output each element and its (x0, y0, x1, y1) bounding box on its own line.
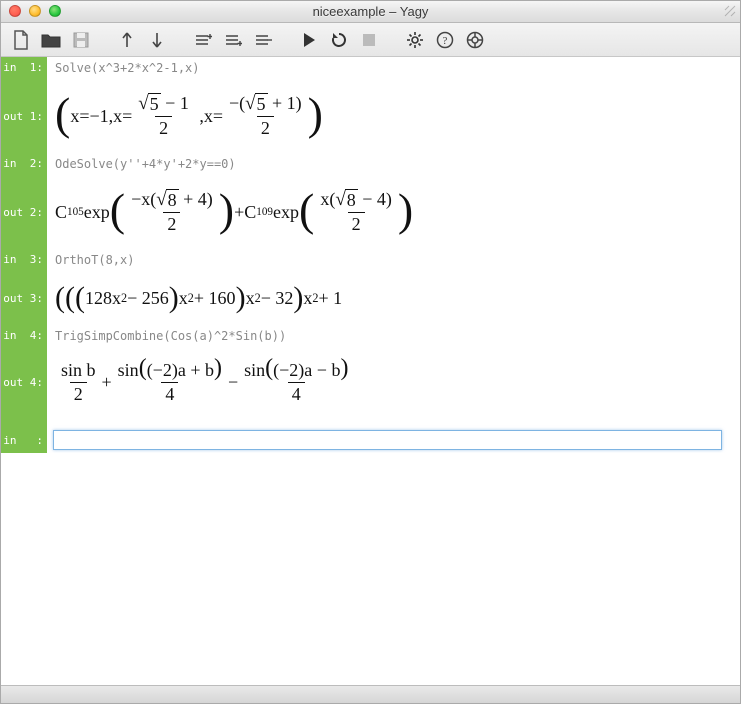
gutter-gap (1, 417, 47, 427)
cell-in-4[interactable]: in 4: TrigSimpCombine(Cos(a)^2*Sin(b)) (1, 325, 740, 347)
cell-label: out 3: (1, 271, 47, 325)
open-file-icon (41, 31, 61, 49)
status-bar (1, 685, 740, 703)
cell-label: out 1: (1, 79, 47, 153)
save-button[interactable] (67, 27, 95, 53)
code-input[interactable] (53, 430, 722, 450)
gap (1, 417, 740, 427)
insert-below-button[interactable] (219, 27, 247, 53)
svg-text:?: ? (443, 35, 448, 47)
gear-icon (406, 31, 424, 49)
reload-icon (330, 31, 348, 49)
cell-out-3: out 3: ((( 128x2 − 256 )x2 + 160 )x2 − 3… (1, 271, 740, 325)
open-file-button[interactable] (37, 27, 65, 53)
cell-code: OrthoT(8,x) (47, 249, 740, 271)
new-file-icon (12, 30, 30, 50)
support-button[interactable] (461, 27, 489, 53)
cell-out-4: out 4: sin b2 + sin((−2)a + b)4 − sin((−… (1, 347, 740, 417)
cell-label: in 3: (1, 249, 47, 271)
cell-label: in 2: (1, 153, 47, 175)
cell-label: out 4: (1, 347, 47, 417)
traffic-lights (9, 5, 61, 17)
insert-above-button[interactable] (189, 27, 217, 53)
expand-icon (724, 5, 736, 17)
cell-label: in 1: (1, 57, 47, 79)
cell-label: in 4: (1, 325, 47, 347)
help-icon: ? (436, 31, 454, 49)
cell-out-2: out 2: C105 exp ( −x(√8 + 4)2 ) + C109 e… (1, 175, 740, 249)
cell-in-1[interactable]: in 1: Solve(x^3+2*x^2-1,x) (1, 57, 740, 79)
zoom-window-button[interactable] (49, 5, 61, 17)
notebook-area: in 1: Solve(x^3+2*x^2-1,x) out 1: ( x = … (1, 57, 740, 685)
close-window-button[interactable] (9, 5, 21, 17)
new-file-button[interactable] (7, 27, 35, 53)
settings-button[interactable] (401, 27, 429, 53)
reload-button[interactable] (325, 27, 353, 53)
delete-cell-button[interactable] (249, 27, 277, 53)
run-button[interactable] (295, 27, 323, 53)
cell-label: in : (1, 427, 47, 453)
insert-above-icon (194, 32, 212, 48)
cell-output: C105 exp ( −x(√8 + 4)2 ) + C109 exp ( x(… (47, 175, 740, 249)
arrow-down-icon (151, 31, 163, 49)
lifering-icon (466, 31, 484, 49)
cell-output: ((( 128x2 − 256 )x2 + 160 )x2 − 32 )x2 +… (47, 271, 740, 325)
cell-code: OdeSolve(y''+4*y'+2*y==0) (47, 153, 740, 175)
toolbar: ? (1, 23, 740, 57)
cell-code: TrigSimpCombine(Cos(a)^2*Sin(b)) (47, 325, 740, 347)
cell-in-3[interactable]: in 3: OrthoT(8,x) (1, 249, 740, 271)
cell-output: ( x = −1, x = √5 − 12 , x = −(√5 + 1)2 ) (47, 79, 740, 153)
cell-label: out 2: (1, 175, 47, 249)
empty-area (1, 453, 740, 653)
cell-code: Solve(x^3+2*x^2-1,x) (47, 57, 740, 79)
run-icon (302, 32, 316, 48)
help-button[interactable]: ? (431, 27, 459, 53)
titlebar: niceexample – Yagy (1, 1, 740, 23)
cell-in-active[interactable]: in : (1, 427, 740, 453)
cell-in-2[interactable]: in 2: OdeSolve(y''+4*y'+2*y==0) (1, 153, 740, 175)
save-icon (72, 31, 90, 49)
stop-icon (362, 33, 376, 47)
cell-output: sin b2 + sin((−2)a + b)4 − sin((−2)a − b… (47, 347, 740, 417)
window-title: niceexample – Yagy (1, 4, 740, 19)
delete-cell-icon (254, 32, 272, 48)
stop-button[interactable] (355, 27, 383, 53)
arrow-up-icon (121, 31, 133, 49)
cell-out-1: out 1: ( x = −1, x = √5 − 12 , x = −(√5 … (1, 79, 740, 153)
active-input-cell (47, 427, 740, 453)
insert-below-icon (224, 32, 242, 48)
minimize-window-button[interactable] (29, 5, 41, 17)
move-up-button[interactable] (113, 27, 141, 53)
move-down-button[interactable] (143, 27, 171, 53)
